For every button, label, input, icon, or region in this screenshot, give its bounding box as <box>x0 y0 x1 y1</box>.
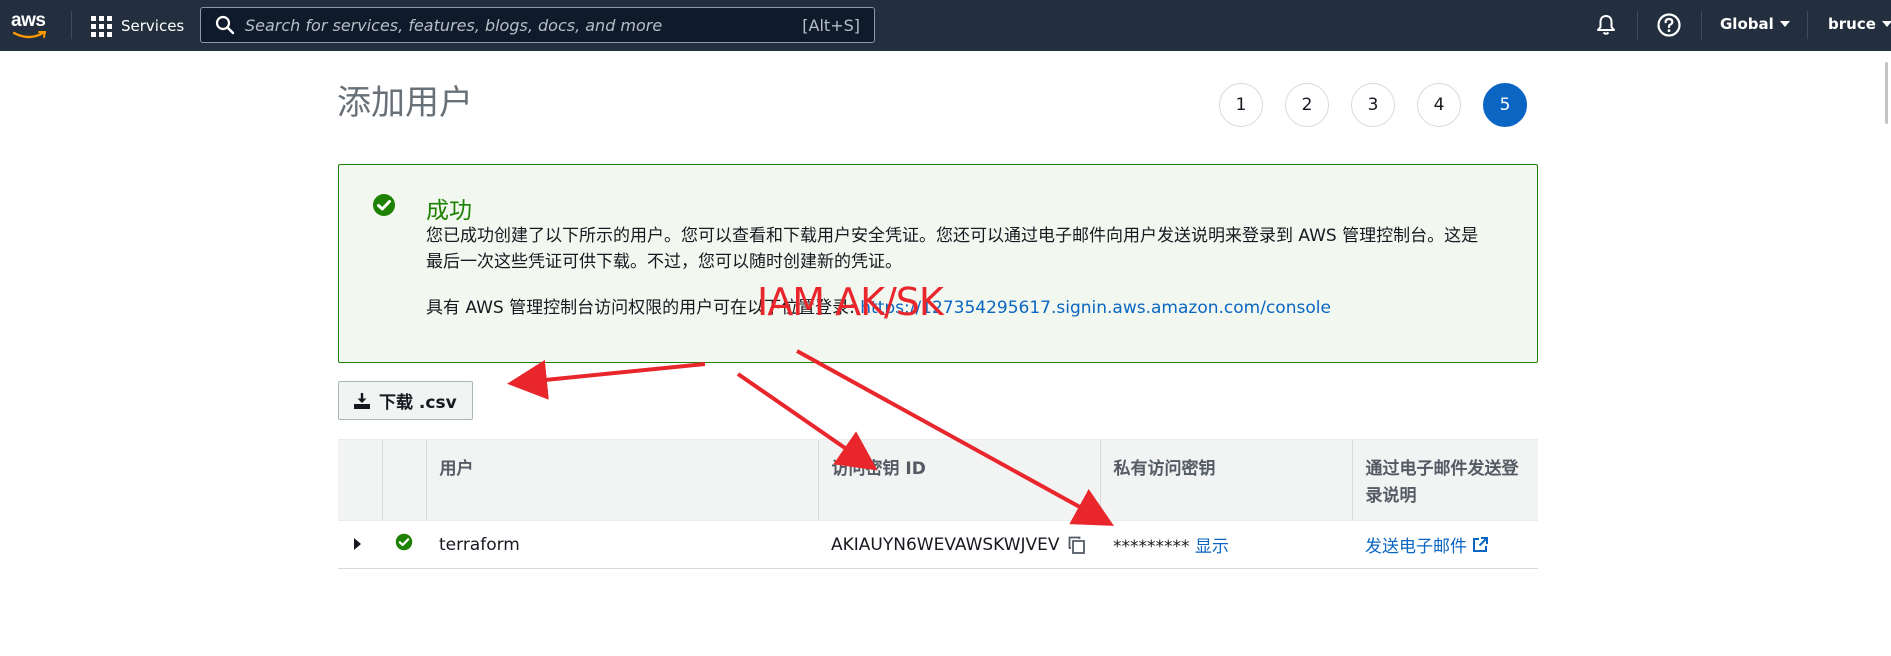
user-name: bruce <box>1828 15 1876 33</box>
aws-logo-text: aws <box>11 10 46 31</box>
arrow-to-download <box>507 359 706 400</box>
alert-title: 成功 <box>426 198 472 224</box>
caret-down-icon <box>1779 21 1790 27</box>
user-cell: terraform <box>426 520 818 569</box>
header-expand <box>338 439 382 521</box>
header-access-key-id[interactable]: 访问密钥 ID <box>817 439 1100 521</box>
region-selector[interactable]: Global <box>1720 15 1790 33</box>
top-navigation: aws Services [Alt+S] Global <box>0 0 1891 51</box>
nav-divider <box>1637 11 1638 39</box>
search-input[interactable] <box>245 9 803 41</box>
credentials-table: 用户 访问密钥 ID 私有访问密钥 通过电子邮件发送登录说明 terraform… <box>338 439 1538 569</box>
secret-key-mask: ********* <box>1113 537 1190 557</box>
nav-divider <box>1701 11 1702 39</box>
download-csv-label: 下载 .csv <box>379 393 457 413</box>
wizard-steps: 1 2 3 4 5 <box>1219 83 1527 127</box>
header-user[interactable]: 用户 <box>425 439 818 521</box>
send-email-link[interactable]: 发送电子邮件 <box>1365 537 1489 557</box>
services-label: Services <box>121 17 185 35</box>
console-login-prefix: 具有 AWS 管理控制台访问权限的用户可在以下位置登录: <box>426 298 861 318</box>
download-csv-button[interactable]: 下载 .csv <box>338 381 473 420</box>
header-email-instructions: 通过电子邮件发送登录说明 <box>1351 439 1538 521</box>
step-2[interactable]: 2 <box>1285 83 1329 127</box>
scrollbar[interactable] <box>1885 62 1888 124</box>
access-key-id-cell: AKIAUYN6WEVAWSKWJVEV <box>818 520 1100 569</box>
table-header-row: 用户 访问密钥 ID 私有访问密钥 通过电子邮件发送登录说明 <box>338 439 1538 521</box>
success-check-icon <box>373 194 395 216</box>
bell-icon[interactable] <box>1594 13 1618 37</box>
header-secret-access-key[interactable]: 私有访问密钥 <box>1099 439 1352 521</box>
page-title: 添加用户 <box>337 83 473 123</box>
step-4[interactable]: 4 <box>1417 83 1461 127</box>
aws-smile-icon <box>13 31 47 39</box>
expand-cell <box>338 520 382 569</box>
email-cell: 发送电子邮件 <box>1352 520 1538 569</box>
status-cell <box>382 520 426 569</box>
external-link-icon <box>1473 537 1488 552</box>
access-key-id-value: AKIAUYN6WEVAWSKWJVEV <box>831 534 1060 555</box>
services-menu-button[interactable]: Services <box>91 13 184 39</box>
region-label: Global <box>1720 15 1774 33</box>
account-menu[interactable]: bruce <box>1828 15 1891 33</box>
step-5-active[interactable]: 5 <box>1483 83 1527 127</box>
step-3[interactable]: 3 <box>1351 83 1395 127</box>
header-status <box>381 439 426 521</box>
send-email-label: 发送电子邮件 <box>1365 537 1467 557</box>
table-row: terraform AKIAUYN6WEVAWSKWJVEV *********… <box>338 520 1538 569</box>
show-secret-link[interactable]: 显示 <box>1195 537 1229 557</box>
copy-icon[interactable] <box>1067 535 1087 555</box>
grid-icon <box>91 15 112 37</box>
search-shortcut-hint: [Alt+S] <box>802 15 860 35</box>
secret-key-cell: ********* 显示 <box>1100 520 1352 569</box>
console-login-link[interactable]: https://127354295617.signin.aws.amazon.c… <box>860 298 1331 318</box>
help-icon[interactable] <box>1656 12 1682 38</box>
status-success-icon <box>395 533 413 551</box>
expand-row-icon[interactable] <box>354 537 361 550</box>
search-icon <box>215 15 235 35</box>
nav-divider <box>1807 11 1808 39</box>
aws-logo[interactable]: aws <box>11 10 53 40</box>
caret-down-icon <box>1881 21 1891 27</box>
nav-divider <box>71 11 72 39</box>
console-login-line: 具有 AWS 管理控制台访问权限的用户可在以下位置登录: https://127… <box>426 293 1331 318</box>
step-1[interactable]: 1 <box>1219 83 1263 127</box>
success-alert: 成功 您已成功创建了以下所示的用户。您可以查看和下载用户安全凭证。您还可以通过电… <box>338 164 1538 363</box>
alert-message: 您已成功创建了以下所示的用户。您可以查看和下载用户安全凭证。您还可以通过电子邮件… <box>426 226 1479 272</box>
download-icon <box>354 392 370 409</box>
search-box[interactable]: [Alt+S] <box>200 7 875 43</box>
